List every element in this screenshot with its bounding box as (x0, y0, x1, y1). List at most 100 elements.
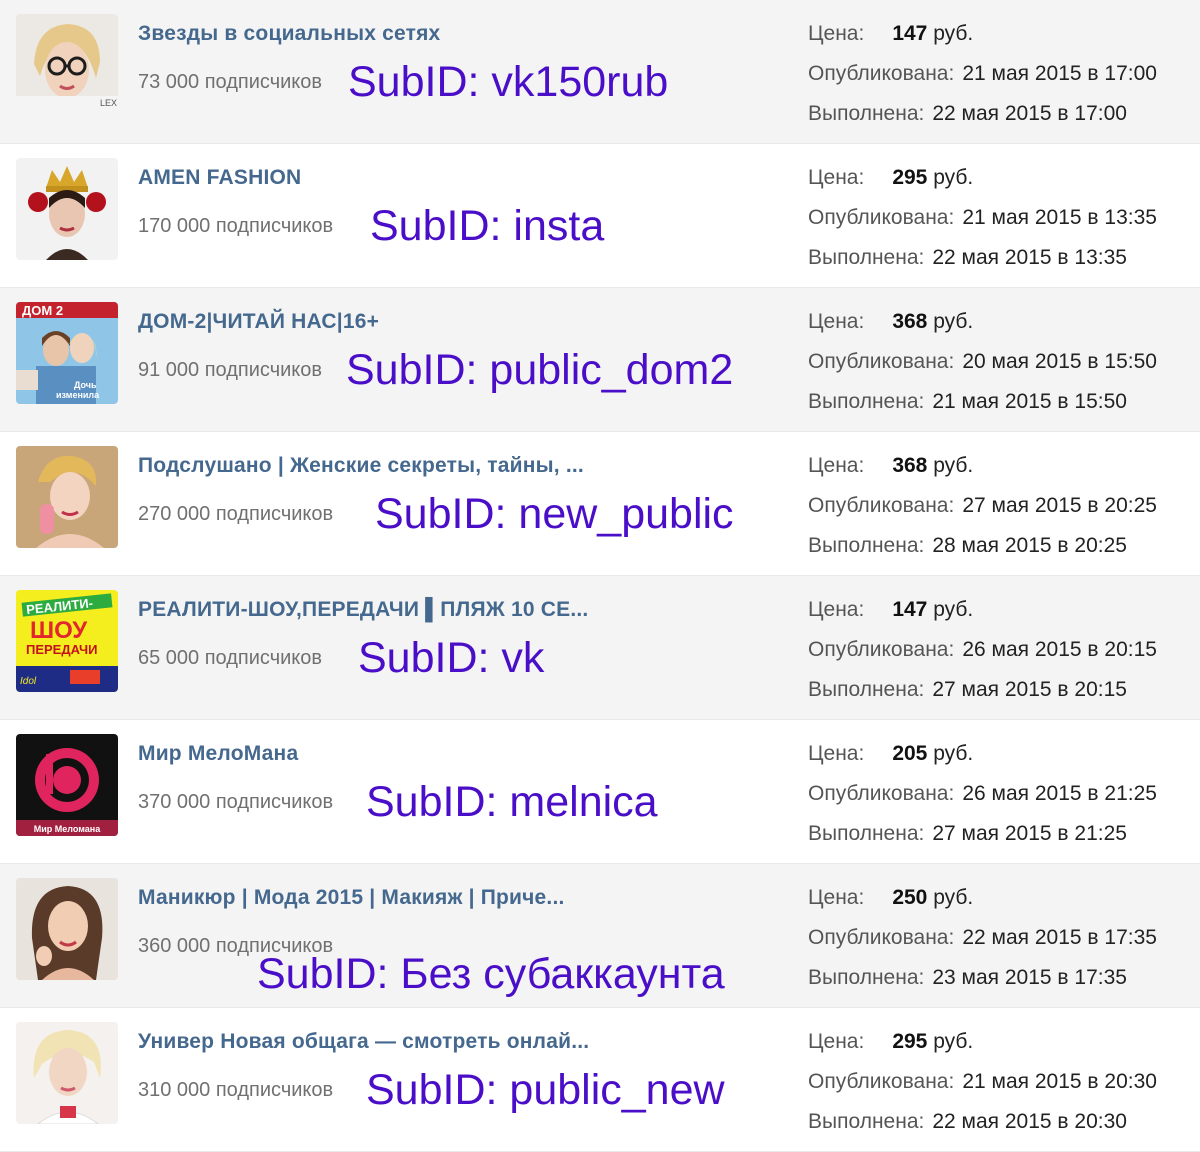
completed-label: Выполнена: (808, 1110, 925, 1133)
subid-annotation: SubID: insta (370, 202, 605, 250)
completed-date: 23 мая 2015 в 17:35 (932, 966, 1127, 989)
published-label: Опубликована: (808, 782, 955, 805)
subscriber-count: 65 000 подписчиков (138, 647, 323, 669)
subscriber-count: 170 000 подписчиков (138, 215, 334, 237)
community-title[interactable]: Подслушано | Женские секреты, тайны, ... (138, 454, 584, 478)
subid-annotation: SubID: vk150rub (348, 58, 669, 106)
posts-list: LEX Звезды в социальных сетях 73 000 под… (0, 0, 1200, 1152)
subscriber-count: 270 000 подписчиков (138, 503, 334, 525)
completed-date: 27 мая 2015 в 20:15 (932, 678, 1127, 701)
currency-label: руб. (933, 1030, 974, 1053)
currency-label: руб. (933, 886, 974, 909)
published-date: 26 мая 2015 в 21:25 (962, 782, 1157, 805)
post-stats: Цена: 147 руб. Опубликована: 21 мая 2015 в… (808, 20, 1193, 140)
published-date: 21 мая 2015 в 20:30 (962, 1070, 1157, 1093)
published-label: Опубликована: (808, 62, 955, 85)
subid-annotation: SubID: melnica (366, 778, 658, 826)
published-label: Опубликована: (808, 206, 955, 229)
post-stats: Цена: 368 руб. Опубликована: 27 мая 2015 в… (808, 452, 1193, 572)
price-value: 368 (892, 310, 928, 333)
community-title[interactable]: ДОМ-2|ЧИТАЙ НАС|16+ (138, 310, 379, 334)
post-row: ДОМ 2 Дочь изменила ДОМ-2|ЧИТАЙ НАС|16+ … (0, 288, 1200, 432)
community-title[interactable]: AMEN FASHION (138, 166, 301, 190)
price-label: Цена: (808, 22, 865, 45)
community-title[interactable]: Универ Новая общага — смотреть онлай... (138, 1030, 589, 1054)
post-row: Маникюр | Мода 2015 | Макияж | Приче... … (0, 864, 1200, 1008)
published-date: 21 мая 2015 в 17:00 (962, 62, 1157, 85)
post-row: Мир Меломана Мир МелоМана 370 000 подпис… (0, 720, 1200, 864)
completed-label: Выполнена: (808, 534, 925, 557)
published-label: Опубликована: (808, 638, 955, 661)
price-value: 295 (892, 1030, 928, 1053)
completed-date: 28 мая 2015 в 20:25 (932, 534, 1127, 557)
completed-label: Выполнена: (808, 102, 925, 125)
community-title[interactable]: Мир МелоМана (138, 742, 298, 766)
subscriber-count: 91 000 подписчиков (138, 359, 323, 381)
completed-label: Выполнена: (808, 966, 925, 989)
price-value: 147 (892, 598, 928, 621)
published-date: 20 мая 2015 в 15:50 (962, 350, 1157, 373)
svg-text:Дочь: Дочь (74, 380, 97, 390)
woman-phone-avatar-icon[interactable] (16, 446, 118, 548)
published-label: Опубликована: (808, 494, 955, 517)
avatar-caption: Мир Меломана (34, 824, 101, 834)
completed-label: Выполнена: (808, 390, 925, 413)
woman-crown-avatar-icon[interactable] (16, 158, 118, 260)
currency-label: руб. (933, 742, 974, 765)
post-row: РЕАЛИТИ- ШОУ ПЕРЕДАЧИ Idol РЕАЛИТИ-ШОУ,П… (0, 576, 1200, 720)
post-row: LEX Звезды в социальных сетях 73 000 под… (0, 0, 1200, 144)
svg-text:ПЕРЕДАЧИ: ПЕРЕДАЧИ (26, 642, 98, 657)
beats-logo-avatar-icon[interactable]: Мир Меломана (16, 734, 118, 836)
subid-annotation: SubID: vk (358, 634, 545, 682)
completed-label: Выполнена: (808, 822, 925, 845)
magazine-cover-avatar-icon[interactable]: ДОМ 2 Дочь изменила (16, 302, 118, 404)
post-stats: Цена: 250 руб. Опубликована: 22 мая 2015 в… (808, 884, 1193, 1004)
community-title[interactable]: Маникюр | Мода 2015 | Макияж | Приче... (138, 886, 565, 910)
price-value: 147 (892, 22, 928, 45)
woman-portrait-avatar-icon[interactable] (16, 878, 118, 980)
reality-show-logo-avatar-icon[interactable]: РЕАЛИТИ- ШОУ ПЕРЕДАЧИ Idol (16, 590, 118, 692)
post-row: Подслушано | Женские секреты, тайны, ...… (0, 432, 1200, 576)
blonde-woman-avatar-icon[interactable] (16, 1022, 118, 1124)
price-label: Цена: (808, 886, 865, 909)
post-stats: Цена: 368 руб. Опубликована: 20 мая 2015 в… (808, 308, 1193, 428)
price-label: Цена: (808, 310, 865, 333)
woman-glasses-avatar-icon[interactable]: LEX (16, 14, 118, 116)
subscriber-count: 73 000 подписчиков (138, 71, 323, 93)
price-label: Цена: (808, 166, 865, 189)
completed-date: 22 мая 2015 в 17:00 (932, 102, 1127, 125)
post-row: AMEN FASHION 170 000 подписчиков SubID: … (0, 144, 1200, 288)
published-date: 22 мая 2015 в 17:35 (962, 926, 1157, 949)
subid-annotation: SubID: new_public (375, 490, 734, 538)
published-label: Опубликована: (808, 926, 955, 949)
completed-date: 27 мая 2015 в 21:25 (932, 822, 1127, 845)
completed-date: 22 мая 2015 в 13:35 (932, 246, 1127, 269)
completed-label: Выполнена: (808, 246, 925, 269)
completed-label: Выполнена: (808, 678, 925, 701)
currency-label: руб. (933, 598, 974, 621)
subid-annotation: SubID: Без субаккаунта (257, 950, 725, 998)
community-title[interactable]: РЕАЛИТИ-ШОУ,ПЕРЕДАЧИ ▌ПЛЯЖ 10 СЕ... (138, 598, 588, 622)
price-value: 295 (892, 166, 928, 189)
published-date: 26 мая 2015 в 20:15 (962, 638, 1157, 661)
currency-label: руб. (933, 310, 974, 333)
price-value: 205 (892, 742, 928, 765)
svg-text:LEX: LEX (100, 98, 117, 108)
post-stats: Цена: 295 руб. Опубликована: 21 мая 2015 в… (808, 164, 1193, 284)
subid-annotation: SubID: public_new (366, 1066, 725, 1114)
community-title[interactable]: Звезды в социальных сетях (138, 22, 440, 46)
post-stats: Цена: 295 руб. Опубликована: 21 мая 2015 в… (808, 1028, 1193, 1148)
svg-text:ДОМ 2: ДОМ 2 (22, 303, 63, 318)
svg-text:Idol: Idol (20, 676, 37, 687)
svg-text:ШОУ: ШОУ (30, 617, 88, 644)
price-label: Цена: (808, 454, 865, 477)
completed-date: 22 мая 2015 в 20:30 (932, 1110, 1127, 1133)
post-row: Универ Новая общага — смотреть онлай... … (0, 1008, 1200, 1152)
subscriber-count: 370 000 подписчиков (138, 791, 334, 813)
subscriber-count: 310 000 подписчиков (138, 1079, 334, 1101)
published-date: 27 мая 2015 в 20:25 (962, 494, 1157, 517)
price-value: 368 (892, 454, 928, 477)
price-label: Цена: (808, 742, 865, 765)
currency-label: руб. (933, 166, 974, 189)
post-stats: Цена: 147 руб. Опубликована: 26 мая 2015 в… (808, 596, 1193, 716)
